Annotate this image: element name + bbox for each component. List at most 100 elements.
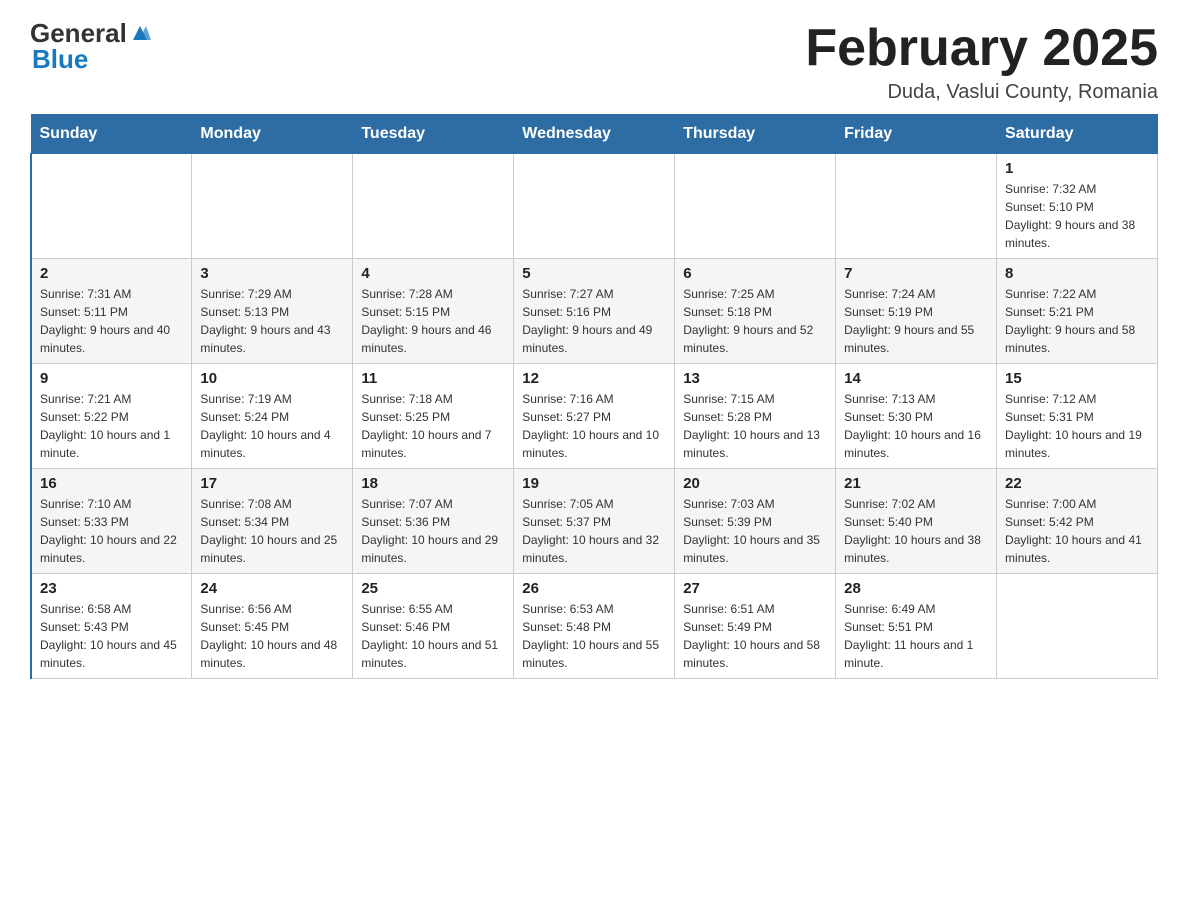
day-number: 1 xyxy=(1005,160,1149,177)
weekday-header-sunday: Sunday xyxy=(31,115,192,154)
day-number: 3 xyxy=(200,265,344,282)
calendar-cell: 11 Sunrise: 7:18 AM Sunset: 5:25 PM Dayli… xyxy=(353,364,514,469)
title-block: February 2025 Duda, Vaslui County, Roman… xyxy=(805,20,1158,104)
day-number: 19 xyxy=(522,475,666,492)
day-number: 17 xyxy=(200,475,344,492)
day-info: Sunrise: 6:49 AM Sunset: 5:51 PM Dayligh… xyxy=(844,600,988,672)
day-number: 18 xyxy=(361,475,505,492)
day-info: Sunrise: 7:13 AM Sunset: 5:30 PM Dayligh… xyxy=(844,390,988,462)
calendar-cell: 19 Sunrise: 7:05 AM Sunset: 5:37 PM Dayli… xyxy=(514,469,675,574)
day-number: 4 xyxy=(361,265,505,282)
day-info: Sunrise: 7:28 AM Sunset: 5:15 PM Dayligh… xyxy=(361,285,505,357)
calendar-cell: 10 Sunrise: 7:19 AM Sunset: 5:24 PM Dayli… xyxy=(192,364,353,469)
day-number: 22 xyxy=(1005,475,1149,492)
day-number: 27 xyxy=(683,580,827,597)
calendar-cell xyxy=(31,154,192,259)
calendar-cell: 16 Sunrise: 7:10 AM Sunset: 5:33 PM Dayli… xyxy=(31,469,192,574)
day-info: Sunrise: 7:31 AM Sunset: 5:11 PM Dayligh… xyxy=(40,285,183,357)
day-number: 10 xyxy=(200,370,344,387)
day-info: Sunrise: 7:00 AM Sunset: 5:42 PM Dayligh… xyxy=(1005,495,1149,567)
calendar-cell: 15Sunrise: 7:12 AM Sunset: 5:31 PM Dayli… xyxy=(997,364,1158,469)
day-info: Sunrise: 7:05 AM Sunset: 5:37 PM Dayligh… xyxy=(522,495,666,567)
day-info: Sunrise: 7:32 AM Sunset: 5:10 PM Dayligh… xyxy=(1005,180,1149,252)
calendar-table: SundayMondayTuesdayWednesdayThursdayFrid… xyxy=(30,114,1158,679)
day-number: 8 xyxy=(1005,265,1149,282)
calendar-cell: 4 Sunrise: 7:28 AM Sunset: 5:15 PM Daylig… xyxy=(353,259,514,364)
calendar-week-row: 2 Sunrise: 7:31 AM Sunset: 5:11 PM Daylig… xyxy=(31,259,1158,364)
day-number: 26 xyxy=(522,580,666,597)
weekday-header-saturday: Saturday xyxy=(997,115,1158,154)
weekday-header-wednesday: Wednesday xyxy=(514,115,675,154)
day-info: Sunrise: 7:08 AM Sunset: 5:34 PM Dayligh… xyxy=(200,495,344,567)
calendar-cell: 23Sunrise: 6:58 AM Sunset: 5:43 PM Dayli… xyxy=(31,574,192,679)
day-info: Sunrise: 7:19 AM Sunset: 5:24 PM Dayligh… xyxy=(200,390,344,462)
day-info: Sunrise: 7:21 AM Sunset: 5:22 PM Dayligh… xyxy=(40,390,183,462)
calendar-cell: 2 Sunrise: 7:31 AM Sunset: 5:11 PM Daylig… xyxy=(31,259,192,364)
calendar-week-row: 16 Sunrise: 7:10 AM Sunset: 5:33 PM Dayli… xyxy=(31,469,1158,574)
day-info: Sunrise: 7:15 AM Sunset: 5:28 PM Dayligh… xyxy=(683,390,827,462)
calendar-cell xyxy=(192,154,353,259)
calendar-cell: 8 Sunrise: 7:22 AM Sunset: 5:21 PM Daylig… xyxy=(997,259,1158,364)
day-info: Sunrise: 7:10 AM Sunset: 5:33 PM Dayligh… xyxy=(40,495,183,567)
logo-arrow-icon xyxy=(129,22,151,44)
day-number: 25 xyxy=(361,580,505,597)
calendar-cell: 25 Sunrise: 6:55 AM Sunset: 5:46 PM Dayli… xyxy=(353,574,514,679)
calendar-cell: 18 Sunrise: 7:07 AM Sunset: 5:36 PM Dayli… xyxy=(353,469,514,574)
weekday-header-friday: Friday xyxy=(836,115,997,154)
day-number: 2 xyxy=(40,265,183,282)
day-info: Sunrise: 7:03 AM Sunset: 5:39 PM Dayligh… xyxy=(683,495,827,567)
day-info: Sunrise: 6:56 AM Sunset: 5:45 PM Dayligh… xyxy=(200,600,344,672)
calendar-cell: 28Sunrise: 6:49 AM Sunset: 5:51 PM Dayli… xyxy=(836,574,997,679)
day-number: 24 xyxy=(200,580,344,597)
page-header: General Blue February 2025 Duda, Vaslui … xyxy=(30,20,1158,104)
calendar-cell xyxy=(675,154,836,259)
calendar-cell: 27 Sunrise: 6:51 AM Sunset: 5:49 PM Dayli… xyxy=(675,574,836,679)
day-number: 13 xyxy=(683,370,827,387)
calendar-cell xyxy=(836,154,997,259)
calendar-cell xyxy=(353,154,514,259)
day-number: 9 xyxy=(40,370,183,387)
day-info: Sunrise: 6:58 AM Sunset: 5:43 PM Dayligh… xyxy=(40,600,183,672)
calendar-cell: 22 Sunrise: 7:00 AM Sunset: 5:42 PM Dayli… xyxy=(997,469,1158,574)
day-number: 7 xyxy=(844,265,988,282)
calendar-cell: 20 Sunrise: 7:03 AM Sunset: 5:39 PM Dayli… xyxy=(675,469,836,574)
calendar-cell: 24 Sunrise: 6:56 AM Sunset: 5:45 PM Dayli… xyxy=(192,574,353,679)
calendar-cell: 14Sunrise: 7:13 AM Sunset: 5:30 PM Dayli… xyxy=(836,364,997,469)
calendar-cell: 12 Sunrise: 7:16 AM Sunset: 5:27 PM Dayli… xyxy=(514,364,675,469)
day-info: Sunrise: 7:24 AM Sunset: 5:19 PM Dayligh… xyxy=(844,285,988,357)
calendar-cell xyxy=(514,154,675,259)
weekday-header-tuesday: Tuesday xyxy=(353,115,514,154)
weekday-header-thursday: Thursday xyxy=(675,115,836,154)
day-info: Sunrise: 6:55 AM Sunset: 5:46 PM Dayligh… xyxy=(361,600,505,672)
calendar-cell: 21Sunrise: 7:02 AM Sunset: 5:40 PM Dayli… xyxy=(836,469,997,574)
logo-blue-text: Blue xyxy=(32,44,88,74)
calendar-cell: 6 Sunrise: 7:25 AM Sunset: 5:18 PM Daylig… xyxy=(675,259,836,364)
calendar-header-row: SundayMondayTuesdayWednesdayThursdayFrid… xyxy=(31,115,1158,154)
day-number: 16 xyxy=(40,475,183,492)
calendar-cell: 13 Sunrise: 7:15 AM Sunset: 5:28 PM Dayli… xyxy=(675,364,836,469)
day-info: Sunrise: 7:25 AM Sunset: 5:18 PM Dayligh… xyxy=(683,285,827,357)
day-info: Sunrise: 6:51 AM Sunset: 5:49 PM Dayligh… xyxy=(683,600,827,672)
calendar-cell: 7 Sunrise: 7:24 AM Sunset: 5:19 PM Daylig… xyxy=(836,259,997,364)
day-info: Sunrise: 7:02 AM Sunset: 5:40 PM Dayligh… xyxy=(844,495,988,567)
location-text: Duda, Vaslui County, Romania xyxy=(805,81,1158,104)
logo: General Blue xyxy=(30,20,151,73)
day-info: Sunrise: 7:22 AM Sunset: 5:21 PM Dayligh… xyxy=(1005,285,1149,357)
day-number: 12 xyxy=(522,370,666,387)
calendar-week-row: 9 Sunrise: 7:21 AM Sunset: 5:22 PM Daylig… xyxy=(31,364,1158,469)
calendar-cell: 9 Sunrise: 7:21 AM Sunset: 5:22 PM Daylig… xyxy=(31,364,192,469)
day-info: Sunrise: 7:29 AM Sunset: 5:13 PM Dayligh… xyxy=(200,285,344,357)
day-info: Sunrise: 7:27 AM Sunset: 5:16 PM Dayligh… xyxy=(522,285,666,357)
calendar-cell: 5Sunrise: 7:27 AM Sunset: 5:16 PM Daylig… xyxy=(514,259,675,364)
day-number: 6 xyxy=(683,265,827,282)
weekday-header-monday: Monday xyxy=(192,115,353,154)
day-info: Sunrise: 7:18 AM Sunset: 5:25 PM Dayligh… xyxy=(361,390,505,462)
day-number: 15 xyxy=(1005,370,1149,387)
calendar-week-row: 23Sunrise: 6:58 AM Sunset: 5:43 PM Dayli… xyxy=(31,574,1158,679)
calendar-week-row: 1 Sunrise: 7:32 AM Sunset: 5:10 PM Daylig… xyxy=(31,154,1158,259)
day-number: 11 xyxy=(361,370,505,387)
day-info: Sunrise: 7:07 AM Sunset: 5:36 PM Dayligh… xyxy=(361,495,505,567)
day-info: Sunrise: 7:16 AM Sunset: 5:27 PM Dayligh… xyxy=(522,390,666,462)
calendar-cell xyxy=(997,574,1158,679)
day-number: 20 xyxy=(683,475,827,492)
